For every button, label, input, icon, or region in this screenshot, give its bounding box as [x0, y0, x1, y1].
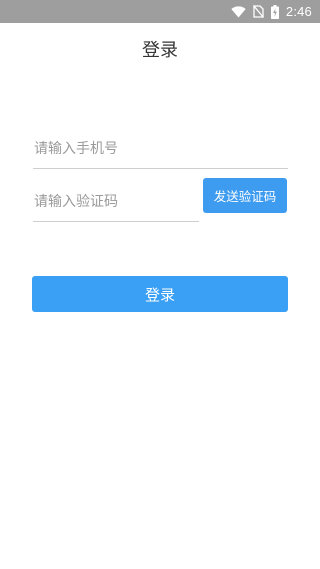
phone-input[interactable] — [33, 130, 288, 168]
wifi-icon — [231, 5, 246, 18]
send-code-button[interactable]: 发送验证码 — [203, 178, 287, 213]
page-title: 登录 — [142, 40, 178, 61]
battery-charging-icon — [270, 4, 279, 19]
verification-code-field — [33, 183, 199, 222]
verification-code-input[interactable] — [33, 183, 199, 221]
status-bar: 2:46 — [0, 0, 320, 23]
no-sim-icon — [252, 5, 264, 18]
login-button[interactable]: 登录 — [32, 276, 288, 312]
phone-field — [33, 130, 288, 169]
status-time: 2:46 — [285, 4, 312, 19]
